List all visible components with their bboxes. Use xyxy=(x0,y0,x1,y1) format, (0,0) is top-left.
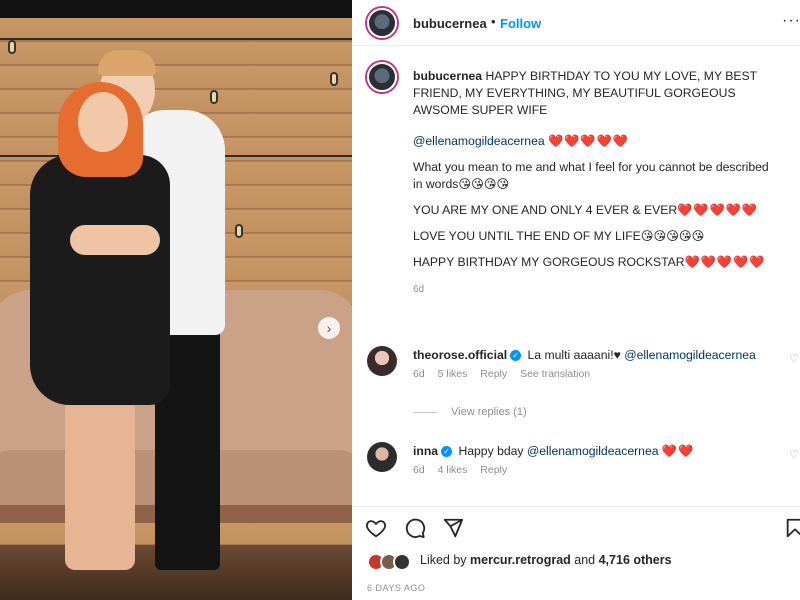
verified-icon: ✓ xyxy=(441,446,453,458)
avatar[interactable] xyxy=(367,346,397,376)
caption-username[interactable]: bubucernea xyxy=(413,69,482,83)
comment-time: 6d xyxy=(413,368,425,380)
heart-emojis: ❤️❤️❤️❤️❤️ xyxy=(548,134,629,148)
post-timestamp: 6 DAYS AGO xyxy=(367,583,426,593)
woman-dress xyxy=(30,155,170,405)
post-photo[interactable]: › xyxy=(0,0,352,600)
action-bar xyxy=(352,506,800,546)
comment-mention[interactable]: @ellenamogildeacernea xyxy=(624,348,756,362)
liker-avatars xyxy=(367,553,415,571)
comment-meta: 6d 4 likes Reply xyxy=(413,464,517,476)
man-hair xyxy=(98,50,156,76)
heart-icon[interactable]: ♡ xyxy=(789,352,799,365)
arm xyxy=(70,225,160,255)
woman-face xyxy=(78,92,128,152)
comment-username[interactable]: inna xyxy=(413,444,438,458)
likes-summary: Liked by mercur.retrograd and 4,716 othe… xyxy=(420,553,672,567)
comment-time: 6d xyxy=(413,464,425,476)
reply-button[interactable]: Reply xyxy=(480,464,507,476)
comment-likes[interactable]: 5 likes xyxy=(438,368,468,380)
kiss-emojis: 😘😘😘😘 xyxy=(458,177,510,191)
likes-count[interactable]: 4,716 others xyxy=(599,553,672,567)
comment-icon[interactable] xyxy=(404,517,426,539)
bookmark-icon[interactable] xyxy=(784,517,800,539)
post-header: bubucernea • Follow ··· xyxy=(352,0,800,46)
separator-dot: • xyxy=(491,14,496,29)
heart-emojis: ❤️❤️❤️❤️❤️ xyxy=(684,255,766,269)
comment-text: theorose.official ✓ La multi aaaani!♥ @el… xyxy=(413,348,756,362)
chevron-right-icon[interactable]: › xyxy=(318,317,340,339)
comment-text: inna ✓ Happy bday @ellenamogildeacernea ❤… xyxy=(413,444,694,458)
string-lights xyxy=(0,38,352,40)
light-bulb xyxy=(8,40,16,54)
heart-icon[interactable]: ♡ xyxy=(789,448,799,461)
divider xyxy=(413,411,437,413)
share-icon[interactable] xyxy=(442,517,464,539)
avatar xyxy=(393,553,411,571)
post-sidebar: bubucernea • Follow ··· bubucernea HAPPY… xyxy=(352,0,800,600)
view-replies-label: View replies (1) xyxy=(451,406,527,418)
liker-username[interactable]: mercur.retrograd xyxy=(470,553,571,567)
avatar[interactable] xyxy=(367,8,397,38)
comment-mention[interactable]: @ellenamogildeacernea xyxy=(527,444,659,458)
likes-prefix: Liked by xyxy=(420,553,467,567)
post-username[interactable]: bubucernea xyxy=(413,16,487,31)
caption-mention[interactable]: @ellenamogildeacernea xyxy=(413,134,545,148)
see-translation-link[interactable]: See translation xyxy=(520,368,590,380)
post-caption: bubucernea HAPPY BIRTHDAY TO YOU MY LOVE… xyxy=(413,68,778,298)
likes-and: and xyxy=(574,553,596,567)
caption-line: HAPPY BIRTHDAY MY GORGEOUS ROCKSTAR xyxy=(413,255,685,269)
comment-meta: 6d 5 likes Reply See translation xyxy=(413,368,600,380)
comment-body: La multi aaaani!♥ xyxy=(527,348,621,362)
kiss-emojis: 😘😘😘😘😘 xyxy=(640,229,705,243)
comment-body: Happy bday xyxy=(458,444,524,458)
light-bulb xyxy=(235,224,243,238)
photo-top-band xyxy=(0,0,352,18)
caption-time: 6d xyxy=(413,284,425,295)
comment-username[interactable]: theorose.official xyxy=(413,348,507,362)
heart-emojis: ❤️❤️ xyxy=(661,444,695,458)
heart-emojis: ❤️❤️❤️❤️❤️ xyxy=(677,203,759,217)
light-bulb xyxy=(210,90,218,104)
light-bulb xyxy=(330,72,338,86)
caption-avatar[interactable] xyxy=(367,62,397,92)
heart-icon[interactable] xyxy=(365,517,387,539)
caption-line: YOU ARE MY ONE AND ONLY 4 EVER & EVER xyxy=(413,203,678,217)
follow-button[interactable]: Follow xyxy=(500,16,541,31)
woman-legs xyxy=(65,400,135,570)
view-replies-button[interactable]: View replies (1) xyxy=(413,406,527,418)
verified-icon: ✓ xyxy=(510,350,522,362)
reply-button[interactable]: Reply xyxy=(480,368,507,380)
comment-likes[interactable]: 4 likes xyxy=(438,464,468,476)
caption-line: LOVE YOU UNTIL THE END OF MY LIFE xyxy=(413,229,641,243)
avatar[interactable] xyxy=(367,442,397,472)
more-options-icon[interactable]: ··· xyxy=(782,12,800,30)
